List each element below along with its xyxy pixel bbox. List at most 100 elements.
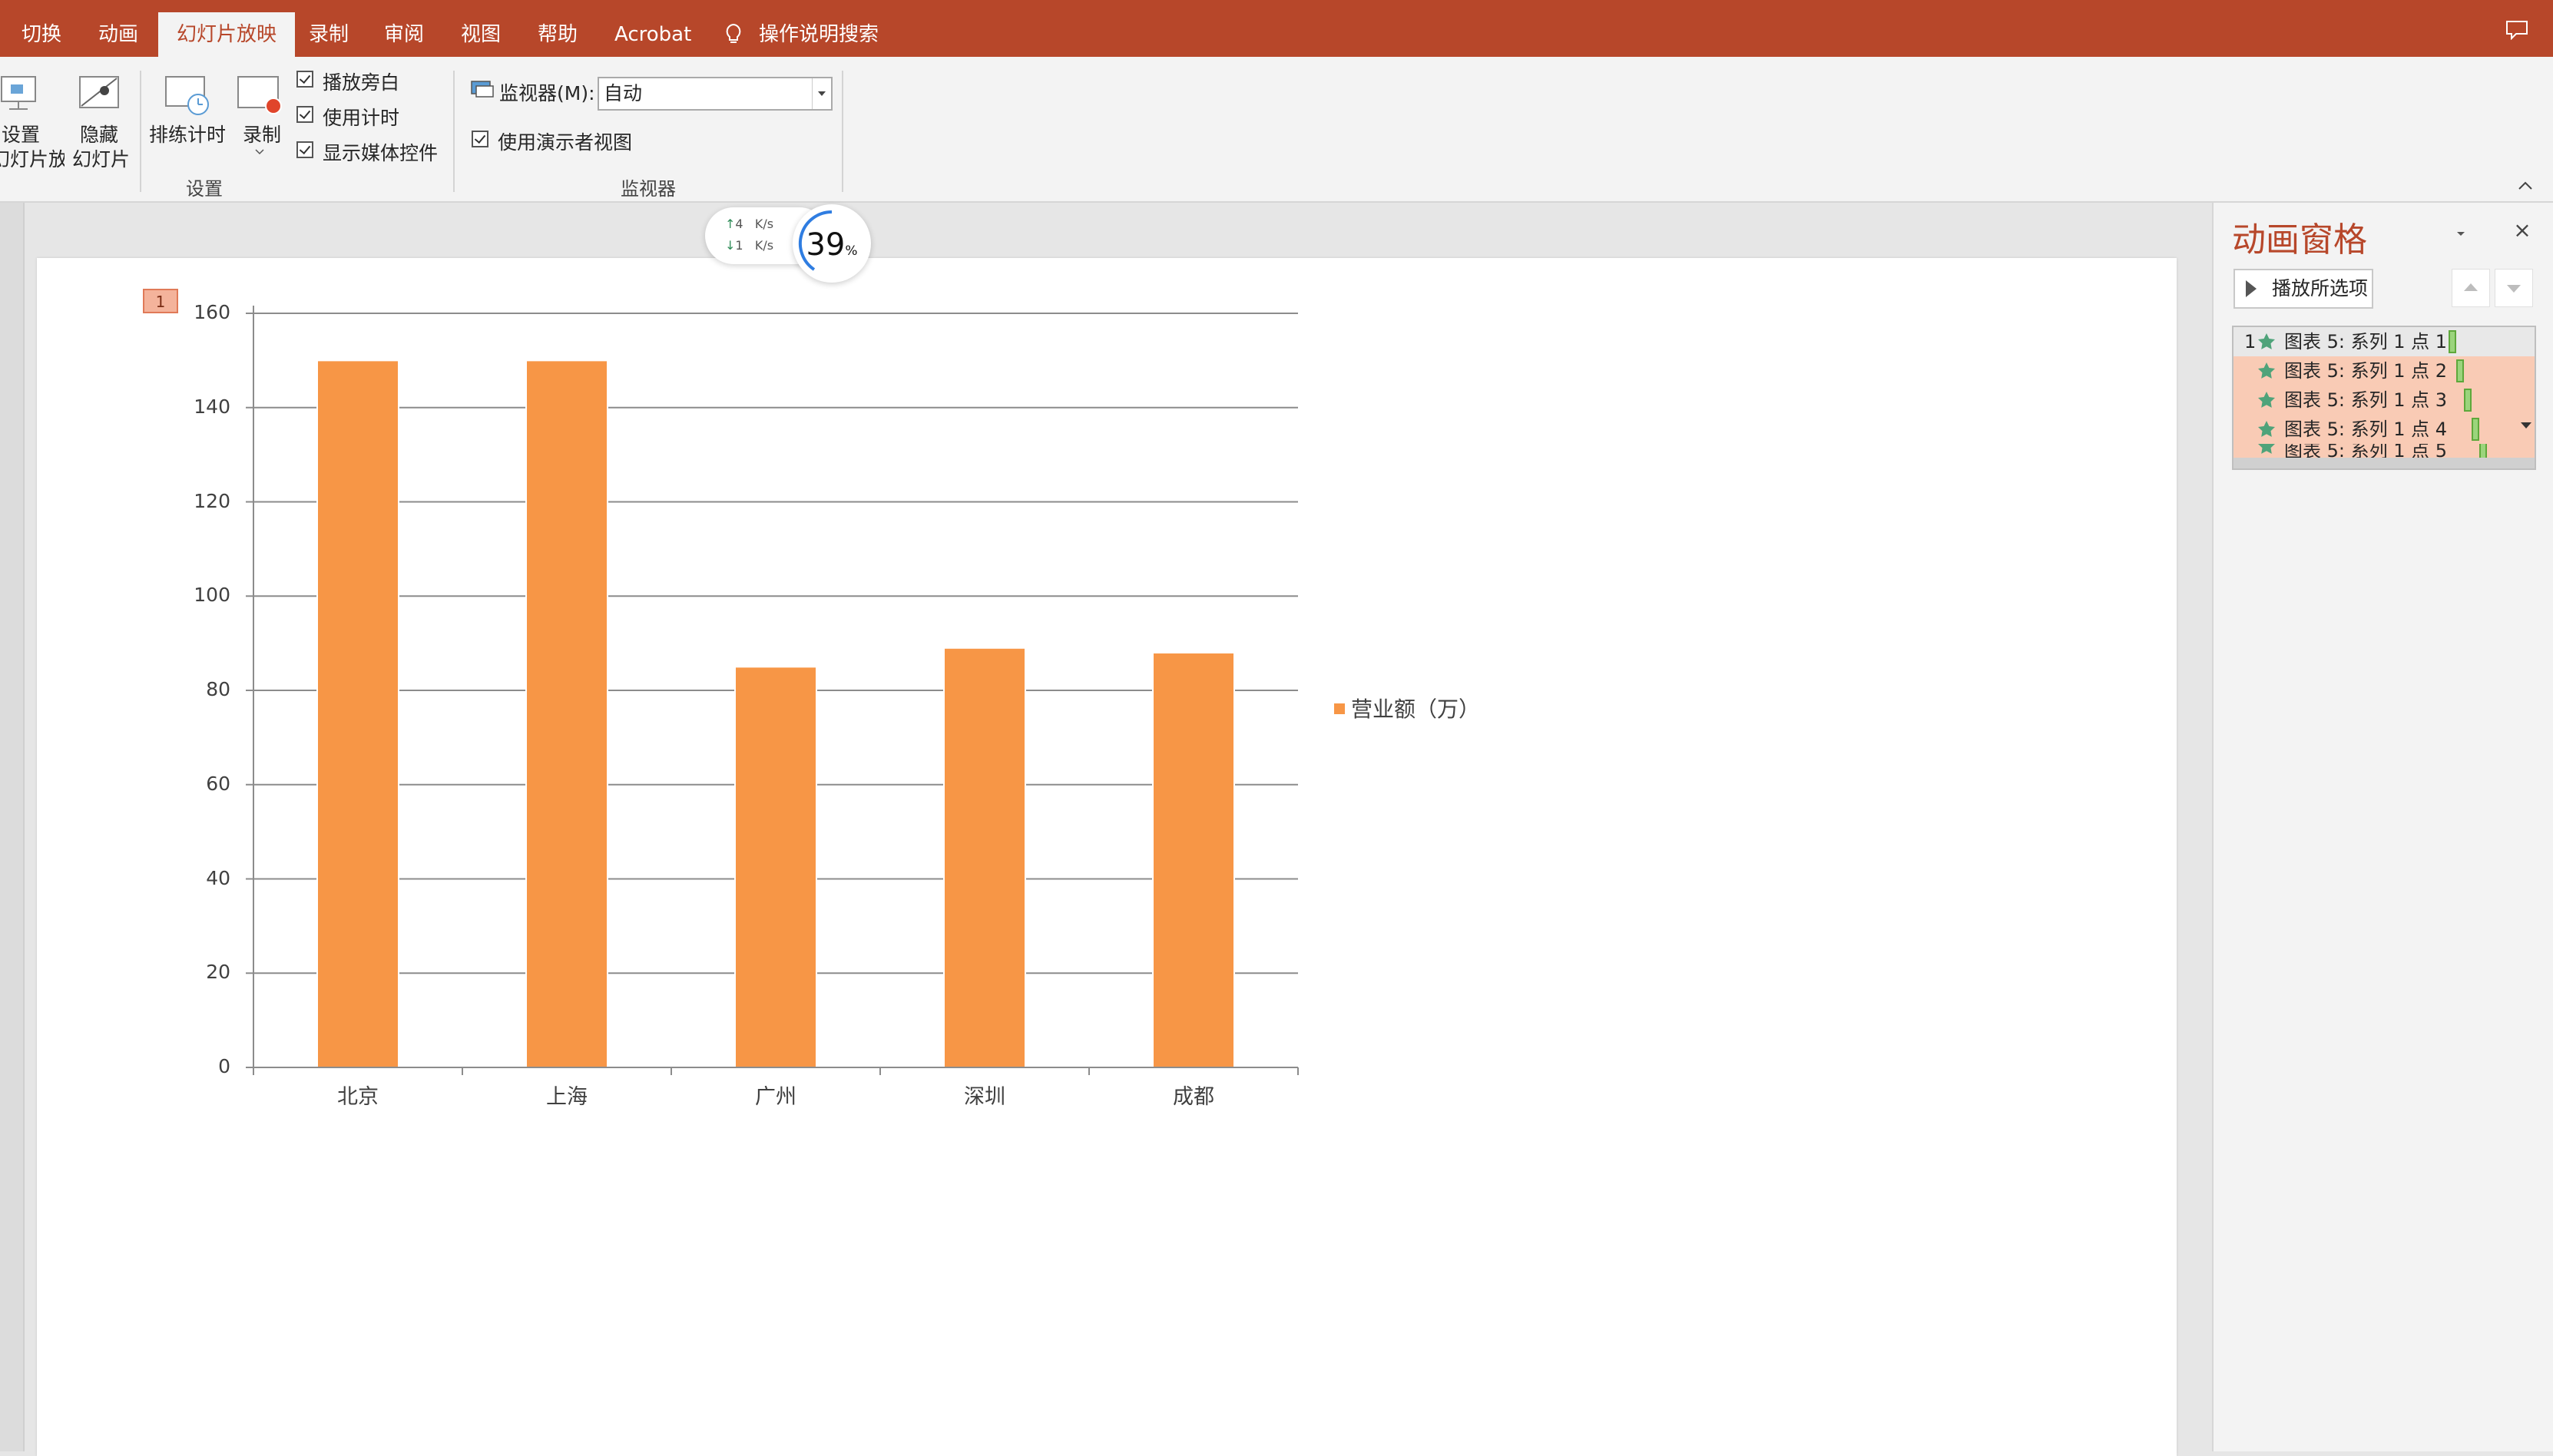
narration-label: 播放旁白 — [323, 71, 400, 94]
y-tick-label: 60 — [206, 772, 230, 795]
effect-star-icon — [2258, 392, 2275, 408]
tab-animations[interactable]: 动画 — [98, 0, 138, 57]
play-selected-button[interactable]: 播放所选项 — [2233, 269, 2373, 309]
tab-acrobat[interactable]: Acrobat — [614, 0, 691, 57]
animation-label: 图表 5: 系列 1 点 5 — [2284, 444, 2448, 458]
y-tick-label: 100 — [194, 584, 230, 607]
effect-star-icon — [2258, 362, 2275, 379]
legend-label: 营业额（万） — [1351, 697, 1481, 722]
animation-list[interactable]: 1 图表 5: 系列 1 点 1 图表 5: 系列 1 点 2 图表 5: 系列… — [2232, 326, 2536, 470]
animation-label: 图表 5: 系列 1 点 1 — [2284, 331, 2448, 352]
scroll-down-icon[interactable] — [2521, 422, 2531, 429]
setup-slideshow-icon — [1, 76, 36, 110]
cpu-usage-circle: 39% — [793, 204, 871, 283]
setup-slideshow-label-2: 幻灯片放映 — [0, 148, 65, 170]
hide-slide-label-1: 隐藏 — [80, 124, 119, 146]
narration-checkbox[interactable] — [296, 71, 313, 88]
y-tick-label: 80 — [206, 678, 230, 700]
y-tick-label: 40 — [206, 866, 230, 889]
tab-view[interactable]: 视图 — [461, 0, 501, 57]
tell-me-search[interactable]: 操作说明搜索 — [722, 17, 879, 48]
presenter-view-label: 使用演示者视图 — [498, 131, 633, 154]
download-value: 1 — [735, 238, 743, 253]
chart-legend: 营业额（万） — [1334, 693, 1480, 723]
download-unit: K/s — [754, 238, 774, 253]
x-category-label: 北京 — [337, 1085, 379, 1109]
move-up-button[interactable] — [2452, 269, 2490, 307]
y-tick-label: 0 — [218, 1055, 230, 1077]
effect-star-icon — [2258, 333, 2275, 349]
pane-title: 动画窗格 — [2232, 220, 2367, 260]
animation-item[interactable]: 图表 5: 系列 1 点 3 — [2233, 386, 2535, 415]
effect-star-icon — [2258, 421, 2275, 437]
animation-item[interactable]: 图表 5: 系列 1 点 2 — [2233, 356, 2535, 386]
chevron-down-icon — [255, 149, 264, 155]
animation-index: 1 — [2244, 331, 2257, 352]
x-category-label: 成都 — [1173, 1085, 1214, 1109]
ribbon-separator — [453, 71, 455, 192]
timeline-bar[interactable] — [2449, 330, 2456, 353]
monitor-select[interactable]: 自动 — [598, 77, 833, 111]
upload-value: 4 — [735, 217, 743, 231]
effect-star-icon — [2258, 444, 2275, 454]
close-icon[interactable]: × — [2513, 220, 2531, 241]
pane-options-chevron-icon[interactable] — [2453, 226, 2469, 241]
record-label: 录制 — [243, 124, 282, 146]
use-timings-label: 使用计时 — [323, 107, 400, 129]
move-down-button[interactable] — [2495, 269, 2533, 307]
list-scrollbar[interactable] — [2233, 458, 2535, 468]
presenter-view-checkbox[interactable] — [472, 131, 488, 147]
tab-transitions[interactable]: 切换 — [22, 0, 61, 57]
x-category-label: 上海 — [546, 1085, 588, 1109]
thumbnail-pane-edge[interactable] — [0, 203, 25, 1451]
tab-help[interactable]: 帮助 — [538, 0, 578, 57]
network-speed-widget[interactable]: ↑4 K/s ↓1 K/s 39% — [705, 204, 874, 283]
upload-speed: ↑4 K/s — [725, 217, 773, 231]
animation-pane: 动画窗格 × 播放所选项 1 图表 5: 系列 1 点 1 图表 5: 系列 1… — [2212, 203, 2553, 1451]
timeline-bar[interactable] — [2456, 359, 2464, 382]
rehearse-timings-label: 排练计时 — [149, 124, 227, 146]
timeline-bar[interactable] — [2472, 418, 2479, 441]
slide-canvas[interactable] — [37, 258, 2177, 1456]
animation-item[interactable]: 图表 5: 系列 1 点 5 — [2233, 444, 2535, 458]
comments-icon[interactable] — [2505, 20, 2528, 40]
download-speed: ↓1 K/s — [725, 238, 773, 253]
group-label-setup: 设置 — [186, 178, 223, 200]
animation-label: 图表 5: 系列 1 点 4 — [2284, 419, 2448, 440]
hide-slide-label-2: 幻灯片 — [72, 148, 131, 170]
ribbon-tab-bar: 切换 动画 幻灯片放映 录制 审阅 视图 帮助 Acrobat 操作说明搜索 — [0, 0, 2553, 57]
y-tick-label: 20 — [206, 961, 230, 984]
upload-unit: K/s — [754, 217, 774, 231]
media-controls-checkbox[interactable] — [296, 141, 313, 158]
use-timings-checkbox[interactable] — [296, 106, 313, 123]
tab-record[interactable]: 录制 — [309, 0, 349, 57]
play-icon — [2246, 280, 2257, 297]
timeline-bar[interactable] — [2479, 444, 2487, 458]
tab-slideshow[interactable]: 幻灯片放映 — [158, 12, 296, 57]
animation-item[interactable]: 图表 5: 系列 1 点 4 — [2233, 415, 2535, 444]
usage-percent: 39% — [806, 227, 858, 263]
y-tick-label: 160 — [194, 301, 230, 323]
rehearse-timings-icon — [165, 76, 209, 115]
timeline-bar[interactable] — [2464, 389, 2472, 412]
ribbon-separator — [842, 71, 843, 192]
chevron-down-icon — [812, 78, 831, 109]
up-arrow-icon: ↑ — [725, 217, 736, 231]
animation-label: 图表 5: 系列 1 点 3 — [2284, 389, 2448, 411]
y-tick-label: 120 — [194, 489, 230, 512]
lightbulb-icon — [726, 23, 741, 43]
animation-item[interactable]: 1 图表 5: 系列 1 点 1 — [2233, 327, 2535, 356]
tell-me-label: 操作说明搜索 — [759, 23, 879, 46]
monitor-label: 监视器(M): — [499, 82, 595, 104]
tab-review[interactable]: 审阅 — [384, 0, 424, 57]
y-tick-label: 140 — [194, 395, 230, 418]
collapse-ribbon-icon[interactable] — [2518, 178, 2533, 194]
x-category-label: 深圳 — [964, 1085, 1005, 1109]
ribbon-separator — [140, 71, 141, 192]
x-category-label: 广州 — [755, 1085, 796, 1109]
down-arrow-icon: ↓ — [725, 238, 736, 253]
monitor-icon — [471, 81, 494, 98]
hide-slide-icon — [79, 76, 119, 108]
monitor-select-value: 自动 — [604, 82, 643, 104]
media-controls-label: 显示媒体控件 — [323, 142, 439, 164]
